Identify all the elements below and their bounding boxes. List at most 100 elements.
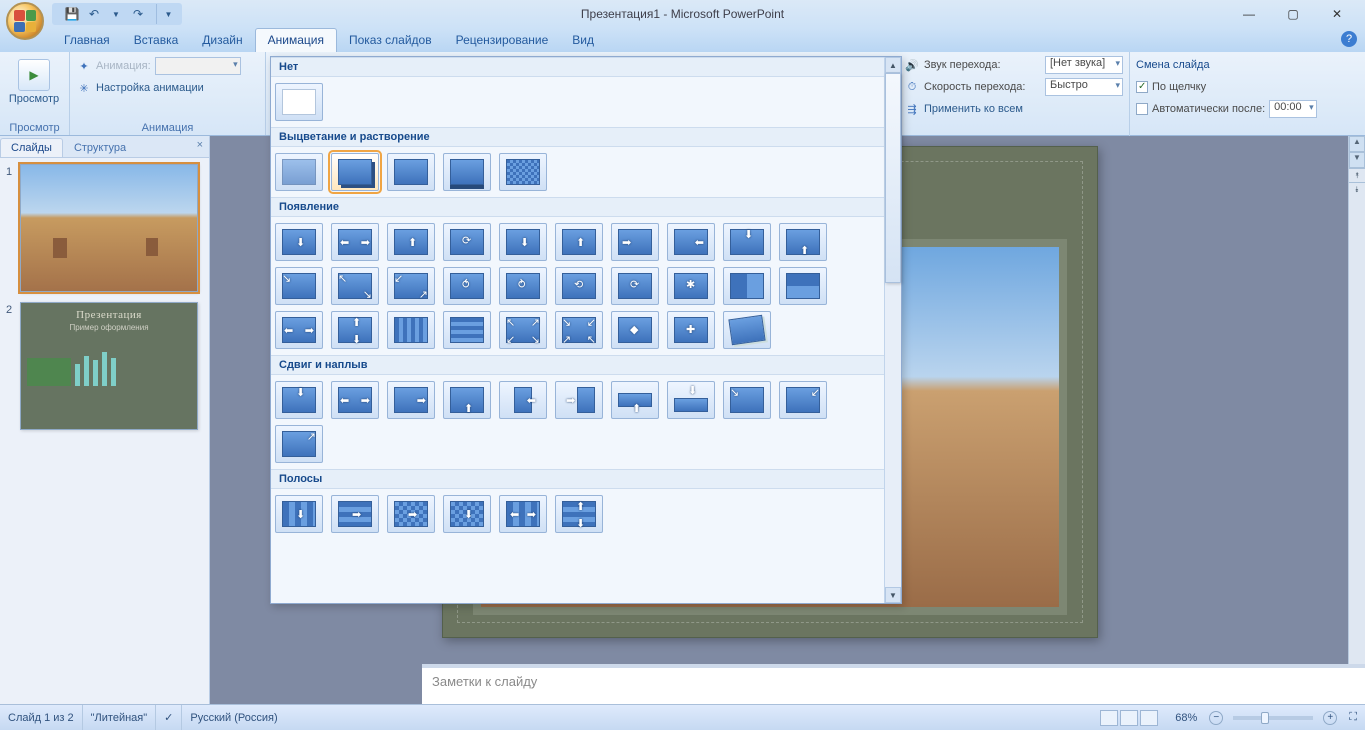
view-normal-button[interactable] [1100, 710, 1118, 726]
save-icon[interactable]: 💾 [62, 4, 82, 24]
slides-pane-close-icon[interactable]: × [197, 139, 203, 151]
transition-appear[interactable]: ⥁ [499, 267, 547, 305]
transition-appear[interactable] [723, 311, 771, 349]
transition-shift[interactable]: ⬅➡ [331, 381, 379, 419]
transition-stripes[interactable]: ➡ [387, 495, 435, 533]
transition-none[interactable] [275, 83, 323, 121]
transition-fade-4[interactable] [443, 153, 491, 191]
qat-customize-icon[interactable]: ▼ [156, 4, 176, 24]
zoom-slider[interactable] [1233, 716, 1313, 720]
transition-appear[interactable]: ⬆⬇ [331, 311, 379, 349]
transition-shift[interactable]: ⬇ [667, 381, 715, 419]
transition-shift[interactable]: ⬆ [611, 381, 659, 419]
transition-stripes[interactable]: ➡ [331, 495, 379, 533]
transition-shift[interactable]: ↗ [275, 425, 323, 463]
zoom-out-button[interactable]: − [1209, 711, 1223, 725]
transition-appear[interactable]: ⬆ [779, 223, 827, 261]
transition-appear[interactable]: ⥀ [443, 267, 491, 305]
transition-shift[interactable]: ⬆ [443, 381, 491, 419]
status-language[interactable]: Русский (Россия) [182, 705, 285, 730]
transition-speed-dropdown[interactable]: Быстро [1045, 78, 1123, 96]
prev-slide-icon[interactable]: ⯭ [1349, 168, 1365, 182]
transition-appear[interactable] [723, 267, 771, 305]
undo-icon[interactable]: ↶ [84, 4, 104, 24]
transition-appear[interactable]: ⬇ [275, 223, 323, 261]
transition-appear[interactable]: ↘ [275, 267, 323, 305]
status-spellcheck[interactable]: ✓ [156, 705, 182, 730]
view-slideshow-button[interactable] [1140, 710, 1158, 726]
maximize-button[interactable]: ▢ [1271, 3, 1315, 25]
transition-shift[interactable]: ➡ [387, 381, 435, 419]
transition-appear[interactable]: ⬅➡ [275, 311, 323, 349]
on-click-checkbox[interactable] [1136, 81, 1148, 93]
transition-shift[interactable]: ↙ [779, 381, 827, 419]
transition-appear[interactable]: ⬅➡ [331, 223, 379, 261]
transition-sound-dropdown[interactable]: [Нет звука] [1045, 56, 1123, 74]
transition-appear[interactable]: ⬅ [667, 223, 715, 261]
undo-dropdown-icon[interactable]: ▼ [106, 4, 126, 24]
transition-appear[interactable]: ⬇ [499, 223, 547, 261]
transition-appear[interactable]: ⬆ [555, 223, 603, 261]
tab-review[interactable]: Рецензирование [444, 29, 561, 52]
notes-pane[interactable]: Заметки к слайду [422, 664, 1365, 704]
tab-home[interactable]: Главная [52, 29, 122, 52]
auto-after-checkbox[interactable] [1136, 103, 1148, 115]
scroll-down-icon[interactable]: ▼ [1349, 152, 1365, 168]
zoom-level[interactable]: 68% [1167, 705, 1205, 730]
transition-appear[interactable]: ⬆ [387, 223, 435, 261]
vertical-scrollbar[interactable]: ▲ ▼ ⯭ ⯯ [1348, 136, 1365, 704]
next-slide-icon[interactable]: ⯯ [1349, 182, 1365, 196]
tab-animation[interactable]: Анимация [255, 28, 337, 52]
transition-appear[interactable]: ⬇ [723, 223, 771, 261]
scroll-down-icon[interactable]: ▼ [885, 587, 901, 603]
transition-appear[interactable]: ↖↘ [331, 267, 379, 305]
transition-shift[interactable]: ⬇ [275, 381, 323, 419]
transition-shift[interactable]: ⬅ [499, 381, 547, 419]
office-button[interactable] [6, 2, 44, 40]
transition-fade-2[interactable] [331, 153, 379, 191]
transition-dissolve[interactable] [499, 153, 547, 191]
tab-slideshow[interactable]: Показ слайдов [337, 29, 444, 52]
tab-slides[interactable]: Слайды [0, 138, 63, 157]
transition-appear[interactable]: ⟳ [611, 267, 659, 305]
transition-appear[interactable] [443, 311, 491, 349]
transition-appear[interactable] [779, 267, 827, 305]
slide-thumb-2[interactable]: 2 Презентация Пример оформления [6, 302, 203, 430]
custom-animation-button[interactable]: ✳ Настройка анимации [76, 77, 259, 99]
transition-appear[interactable]: ↙↗ [387, 267, 435, 305]
transition-fade-3[interactable] [387, 153, 435, 191]
transition-stripes[interactable]: ⬅➡ [499, 495, 547, 533]
gallery-scrollbar[interactable]: ▲ ▼ [884, 57, 901, 603]
view-sorter-button[interactable] [1120, 710, 1138, 726]
slide-thumb-1[interactable]: 1 [6, 164, 203, 292]
transition-appear[interactable]: ✱ [667, 267, 715, 305]
zoom-in-button[interactable]: + [1323, 711, 1337, 725]
transition-stripes[interactable]: ⬇ [443, 495, 491, 533]
transition-appear[interactable]: ◆ [611, 311, 659, 349]
transition-stripes[interactable]: ⬇ [275, 495, 323, 533]
tab-design[interactable]: Дизайн [190, 29, 254, 52]
animation-dropdown[interactable] [155, 57, 241, 75]
transition-shift[interactable]: ↘ [723, 381, 771, 419]
minimize-button[interactable]: ― [1227, 3, 1271, 25]
apply-to-all-button[interactable]: ⇶ Применить ко всем [904, 98, 1123, 120]
fit-to-window-button[interactable]: ⛶ [1341, 705, 1365, 730]
help-icon[interactable]: ? [1341, 31, 1357, 47]
tab-view[interactable]: Вид [560, 29, 606, 52]
transition-fade-1[interactable] [275, 153, 323, 191]
transition-appear[interactable]: ✚ [667, 311, 715, 349]
auto-after-time[interactable]: 00:00 [1269, 100, 1317, 118]
scroll-up-icon[interactable]: ▲ [885, 57, 901, 73]
transition-stripes[interactable]: ⬆⬇ [555, 495, 603, 533]
preview-button[interactable]: ▶ Просмотр [6, 55, 62, 105]
transition-appear[interactable]: ⟳ [443, 223, 491, 261]
tab-outline[interactable]: Структура [63, 138, 137, 157]
scroll-up-icon[interactable]: ▲ [1349, 136, 1365, 152]
transition-appear[interactable]: ⟲ [555, 267, 603, 305]
transition-appear[interactable]: ➡ [611, 223, 659, 261]
transition-shift[interactable]: ➡ [555, 381, 603, 419]
redo-icon[interactable]: ↷ [128, 4, 148, 24]
tab-insert[interactable]: Вставка [122, 29, 191, 52]
close-button[interactable]: ✕ [1315, 3, 1359, 25]
transition-appear[interactable]: ↖↗↙↘ [499, 311, 547, 349]
